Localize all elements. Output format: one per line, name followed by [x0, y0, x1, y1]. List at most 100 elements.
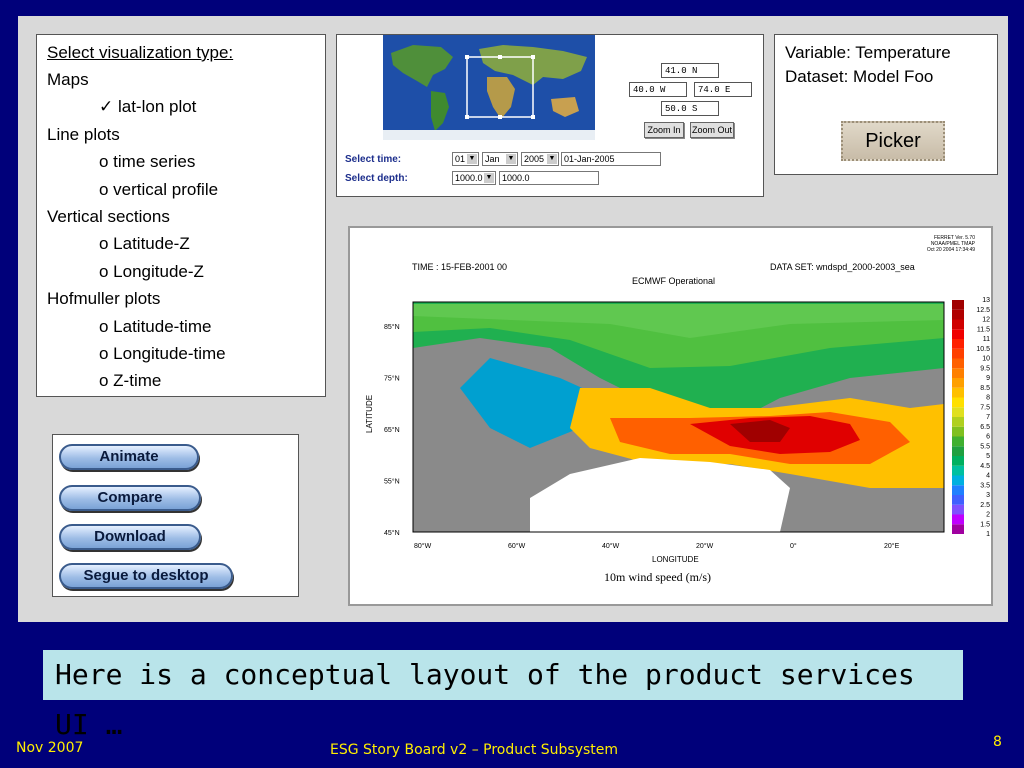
- world-minimap[interactable]: [383, 35, 595, 140]
- colorbar-label: 1.5: [980, 521, 990, 528]
- colorbar-swatch: [952, 319, 964, 330]
- plot-time-label: TIME : 15-FEB-2001 00: [412, 262, 507, 272]
- x-axis-label: LONGITUDE: [652, 555, 699, 564]
- colorbar-swatch: [952, 475, 964, 486]
- ferret-date: Oct 20 2004 17:34:49: [927, 247, 975, 253]
- colorbar-label: 1: [986, 531, 990, 538]
- viz-option[interactable]: ✓ lat-lon plot: [99, 97, 196, 117]
- slide-caption: Here is a conceptual layout of the produ…: [43, 650, 963, 741]
- zoom-out-button[interactable]: Zoom Out: [690, 122, 734, 138]
- colorbar-label: 5: [986, 453, 990, 460]
- download-button[interactable]: Download: [59, 524, 201, 550]
- viz-option[interactable]: o Z-time: [99, 371, 161, 391]
- footer-title: ESG Story Board v2 – Product Subsystem: [330, 742, 619, 758]
- colorbar-swatch: [952, 387, 964, 398]
- colorbar-swatch: [952, 514, 964, 525]
- viz-option[interactable]: o Longitude-Z: [99, 262, 204, 282]
- colorbar-label: 11: [983, 336, 990, 343]
- visualization-type-panel: Select visualization type: Maps ✓ lat-lon…: [36, 34, 326, 397]
- variable-info-panel: Variable: Temperature Dataset: Model Foo…: [774, 34, 998, 175]
- depth-select[interactable]: 1000.0 ▼: [452, 171, 496, 185]
- colorbar-swatch: [952, 358, 964, 369]
- colorbar-label: 4.5: [980, 463, 990, 470]
- colorbar-swatch: [952, 368, 964, 378]
- colorbar-label: 10.5: [976, 346, 990, 353]
- viz-option: Maps: [47, 70, 89, 89]
- viz-option[interactable]: o Longitude-time: [99, 344, 226, 364]
- viz-option[interactable]: o Latitude-time: [99, 317, 211, 337]
- y-axis-label: LATITUDE: [365, 395, 374, 433]
- animate-button[interactable]: Animate: [59, 444, 199, 470]
- year-select[interactable]: 2005 ▼: [521, 152, 559, 166]
- colorbar-swatch: [952, 407, 964, 417]
- colorbar-label: 3: [986, 492, 990, 499]
- colorbar-label: 9.5: [980, 365, 990, 372]
- west-bound-input[interactable]: 40.0 W: [629, 82, 687, 97]
- colorbar-label: 9: [986, 375, 990, 382]
- colorbar-swatch: [952, 485, 964, 495]
- colorbar-label: 2: [986, 512, 990, 519]
- colorbar-swatch: [952, 465, 964, 476]
- lat-tick-label: 55°N: [384, 478, 400, 486]
- colorbar-swatch: [952, 397, 964, 408]
- variable-label: Variable: Temperature: [785, 43, 951, 62]
- colorbar-label: 7: [986, 414, 990, 421]
- colorbar-label: 2.5: [980, 502, 990, 509]
- zoom-in-button[interactable]: Zoom In: [644, 122, 684, 138]
- plot-panel: FERRET Ver. 5.70 NOAA/PMEL TMAP Oct 20 2…: [348, 226, 993, 606]
- region-selector-panel: 41.0 N 40.0 W 74.0 E 50.0 S Zoom In Zoom…: [336, 34, 764, 197]
- segue-to-desktop-button[interactable]: Segue to desktop: [59, 563, 233, 589]
- colorbar-label: 6.5: [980, 424, 990, 431]
- south-bound-input[interactable]: 50.0 S: [661, 101, 719, 116]
- viz-option: Line plots: [47, 124, 120, 144]
- colorbar-swatch: [952, 504, 964, 515]
- colorbar-swatch: [952, 348, 964, 359]
- colorbar-swatch: [952, 524, 964, 534]
- lat-tick-label: 65°N: [384, 426, 400, 434]
- chevron-down-icon: ▼: [547, 154, 557, 164]
- lon-tick-label: 20°E: [884, 542, 900, 550]
- colorbar-label: 13: [982, 297, 990, 304]
- colorbar-swatch: [952, 495, 964, 505]
- colorbar-label: 4: [986, 473, 990, 480]
- month-select[interactable]: Jan ▼: [482, 152, 518, 166]
- viz-option[interactable]: o time series: [99, 152, 195, 172]
- lon-tick-label: 20°W: [696, 542, 714, 550]
- colorbar-swatch: [952, 426, 964, 437]
- colorbar-swatch: [952, 456, 964, 466]
- colorbar-label: 7.5: [980, 404, 990, 411]
- chevron-down-icon: ▼: [467, 154, 477, 164]
- colorbar-label: 12: [982, 317, 990, 324]
- colorbar-swatch: [952, 417, 964, 427]
- select-depth-label: Select depth:: [345, 173, 408, 184]
- day-select[interactable]: 01 ▼: [452, 152, 479, 166]
- viz-option: Hofmuller plots: [47, 289, 161, 309]
- colorbar-swatch: [952, 300, 964, 310]
- colorbar-swatch: [952, 436, 964, 447]
- actions-panel: Animate Compare Download Segue to deskto…: [52, 434, 299, 597]
- viz-option: Vertical sections: [47, 207, 170, 226]
- colorbar-swatch: [952, 339, 964, 349]
- colorbar-label: 12.5: [976, 307, 990, 314]
- lon-tick-label: 60°W: [508, 542, 526, 550]
- compare-button[interactable]: Compare: [59, 485, 201, 511]
- plot-dataset-label: DATA SET: wndspd_2000-2003_sea: [770, 262, 915, 272]
- lat-tick-label: 85°N: [384, 323, 400, 331]
- visualization-type-heading: Select visualization type:: [47, 43, 234, 62]
- colorbar-label: 6: [986, 434, 990, 441]
- depth-text-input[interactable]: 1000.0: [499, 171, 599, 185]
- viz-option[interactable]: o vertical profile: [99, 180, 218, 200]
- colorbar-label: 5.5: [980, 443, 990, 450]
- colorbar-swatch: [952, 378, 964, 388]
- lon-tick-label: 40°W: [602, 542, 620, 550]
- lon-tick-label: 80°W: [414, 542, 432, 550]
- lon-tick-label: 0°: [790, 542, 797, 550]
- date-text-input[interactable]: 01-Jan-2005: [561, 152, 661, 166]
- east-bound-input[interactable]: 74.0 E: [694, 82, 752, 97]
- viz-option[interactable]: o Latitude-Z: [99, 234, 190, 254]
- plot-units-title: 10m wind speed (m/s): [604, 570, 711, 584]
- picker-button[interactable]: Picker: [841, 121, 945, 161]
- north-bound-input[interactable]: 41.0 N: [661, 63, 719, 78]
- colorbar-swatch: [952, 329, 964, 339]
- lat-tick-label: 75°N: [384, 375, 400, 383]
